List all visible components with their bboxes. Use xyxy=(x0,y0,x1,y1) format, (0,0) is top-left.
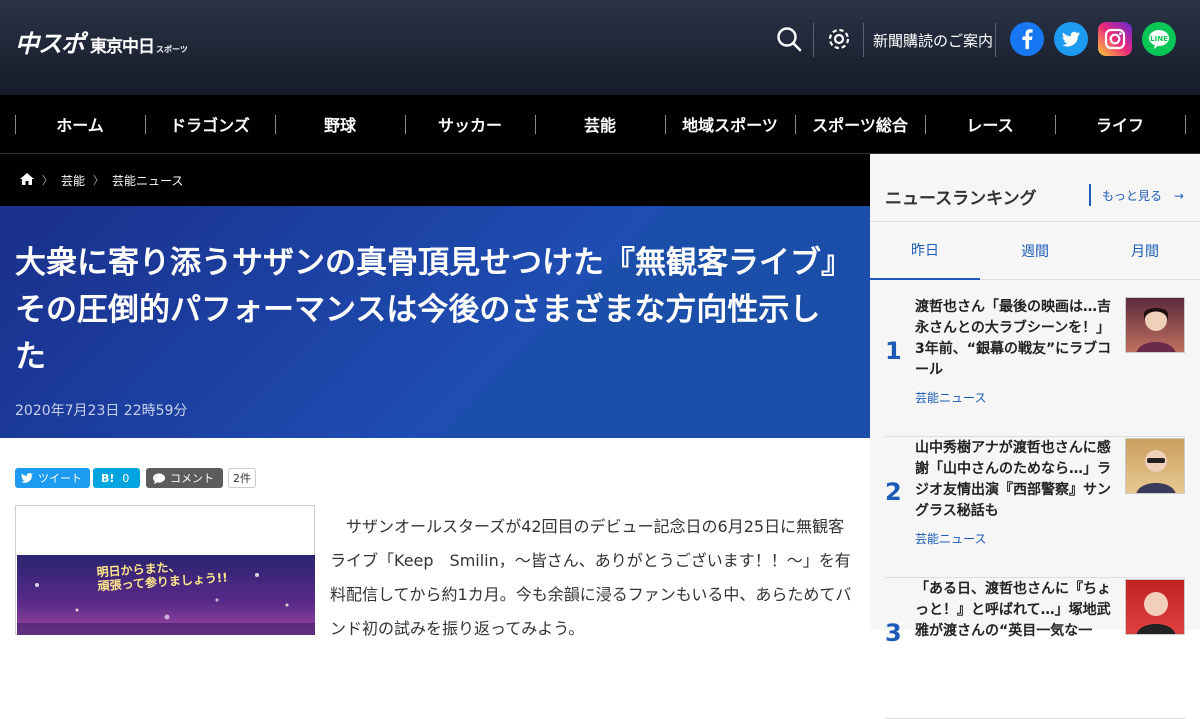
tab-monthly[interactable]: 月間 xyxy=(1090,222,1200,280)
ranking-headline[interactable]: 渡哲也さん「最後の映画は…吉永さんとの大ラブシーンを！」3年前、“銀幕の戦友”に… xyxy=(915,297,1115,381)
breadcrumb: 〉 芸能 〉 芸能ニュース xyxy=(0,154,870,206)
twitter-icon xyxy=(21,473,33,483)
header-divider xyxy=(995,23,996,57)
header-divider xyxy=(863,23,864,57)
twitter-icon[interactable] xyxy=(1054,22,1088,56)
ranking-item[interactable]: 1 渡哲也さん「最後の映画は…吉永さんとの大ラブシーンを！」3年前、“銀幕の戦友… xyxy=(885,297,1185,437)
arrow-right-icon: → xyxy=(1173,189,1184,203)
nav-item-home[interactable]: ホーム xyxy=(15,95,145,153)
breadcrumb-separator: 〉 xyxy=(93,174,105,187)
comment-count[interactable]: 2件 xyxy=(228,468,256,488)
gear-icon[interactable] xyxy=(825,25,853,53)
rank-number: 2 xyxy=(885,478,902,506)
article-photo-frame: 明日からまた、 頑張って参りましょう!! xyxy=(15,505,315,635)
ranking-item[interactable]: 3 「ある日、渡哲也さんに『ちょっと！』と呼ばれて…」塚地武雅が渡さんの“英目一… xyxy=(885,579,1185,719)
breadcrumb-item-entertainment[interactable]: 芸能 xyxy=(61,172,85,189)
hatena-count: 0 xyxy=(122,471,130,485)
ranking-more-link[interactable]: もっと見る → xyxy=(1102,187,1184,204)
search-icon[interactable] xyxy=(775,25,803,53)
breadcrumb-separator: 〉 xyxy=(42,174,53,187)
subscribe-link[interactable]: 新聞購読のご案内 xyxy=(873,30,993,51)
ranking-category[interactable]: 芸能ニュース xyxy=(915,389,986,406)
nav-item-sports-general[interactable]: スポーツ総合 xyxy=(795,95,925,153)
comment-button[interactable]: コメント xyxy=(146,468,223,488)
home-icon[interactable] xyxy=(20,172,34,188)
logo-sub: 東京中日 xyxy=(90,37,155,57)
ranking-headline[interactable]: 山中秀樹アナが渡哲也さんに感謝「山中さんのためなら…」ラジオ友情出演『西部警察』… xyxy=(915,438,1115,522)
rank-number: 3 xyxy=(885,619,902,647)
nav-item-soccer[interactable]: サッカー xyxy=(405,95,535,153)
tab-weekly[interactable]: 週間 xyxy=(980,222,1090,280)
ranking-headline[interactable]: 「ある日、渡哲也さんに『ちょっと！』と呼ばれて…」塚地武雅が渡さんの“英目一気な… xyxy=(915,579,1115,642)
breadcrumb-item-entertainment-news[interactable]: 芸能ニュース xyxy=(112,172,183,189)
article-date: 2020年7月23日 22時59分 xyxy=(15,403,188,419)
article-body: サザンオールスターズが42回目のデビュー記念日の6月25日に無観客ライブ「Kee… xyxy=(330,517,852,638)
nav-item-local-sports[interactable]: 地域スポーツ xyxy=(665,95,795,153)
article-title: 大衆に寄り添うサザンの真骨頂見せつけた『無観客ライブ』 その圧倒的パフォーマンス… xyxy=(15,245,868,375)
instagram-icon[interactable] xyxy=(1098,22,1132,56)
facebook-icon[interactable] xyxy=(1010,22,1044,56)
nav-item-entertainment[interactable]: 芸能 xyxy=(535,95,665,153)
ranking-item[interactable]: 2 山中秀樹アナが渡哲也さんに感謝「山中さんのためなら…」ラジオ友情出演『西部警… xyxy=(885,438,1185,578)
nav-item-life[interactable]: ライフ xyxy=(1055,95,1185,153)
ranking-thumbnail[interactable] xyxy=(1125,297,1185,353)
rank-number: 1 xyxy=(885,337,902,365)
ranking-tabs: 昨日 週間 月間 xyxy=(870,222,1200,280)
logo-small: スポーツ xyxy=(156,45,188,54)
nav-item-dragons[interactable]: ドラゴンズ xyxy=(145,95,275,153)
tweet-label: ツイート xyxy=(38,472,82,485)
site-header: 中スポ 東京中日 スポーツ 新聞購読のご案内 LINE xyxy=(0,0,1200,95)
logo-main: 中スポ xyxy=(15,30,85,58)
hatena-bookmark-button[interactable]: B! 0 xyxy=(93,468,140,488)
site-logo[interactable]: 中スポ 東京中日 スポーツ xyxy=(15,24,188,59)
ranking-header: ニュースランキング もっと見る → xyxy=(870,154,1200,222)
svg-text:LINE: LINE xyxy=(1150,35,1168,43)
comment-icon xyxy=(153,472,165,484)
more-label: もっと見る xyxy=(1102,189,1163,203)
hatena-label: B! xyxy=(101,471,115,485)
line-icon[interactable]: LINE xyxy=(1142,22,1176,56)
nav-divider xyxy=(1185,115,1186,134)
main-nav: ホーム ドラゴンズ 野球 サッカー 芸能 地域スポーツ スポーツ総合 レース ラ… xyxy=(0,95,1200,154)
article-hero: 大衆に寄り添うサザンの真骨頂見せつけた『無観客ライブ』 その圧倒的パフォーマンス… xyxy=(0,206,870,438)
tweet-button[interactable]: ツイート xyxy=(15,468,90,488)
ranking-thumbnail[interactable] xyxy=(1125,579,1185,635)
comment-label: コメント xyxy=(170,472,214,485)
sidebar-ranking: ニュースランキング もっと見る → 昨日 週間 月間 1 渡哲也さん「最後の映画… xyxy=(870,154,1200,719)
ranking-category[interactable]: 芸能ニュース xyxy=(915,530,986,547)
ranking-title: ニュースランキング xyxy=(885,189,1037,209)
nav-item-race[interactable]: レース xyxy=(925,95,1055,153)
tab-yesterday[interactable]: 昨日 xyxy=(870,222,980,280)
article-photo[interactable]: 明日からまた、 頑張って参りましょう!! xyxy=(17,555,315,635)
ranking-divider xyxy=(1089,184,1091,206)
ranking-thumbnail[interactable] xyxy=(1125,438,1185,494)
nav-item-baseball[interactable]: 野球 xyxy=(275,95,405,153)
header-divider xyxy=(813,23,814,57)
